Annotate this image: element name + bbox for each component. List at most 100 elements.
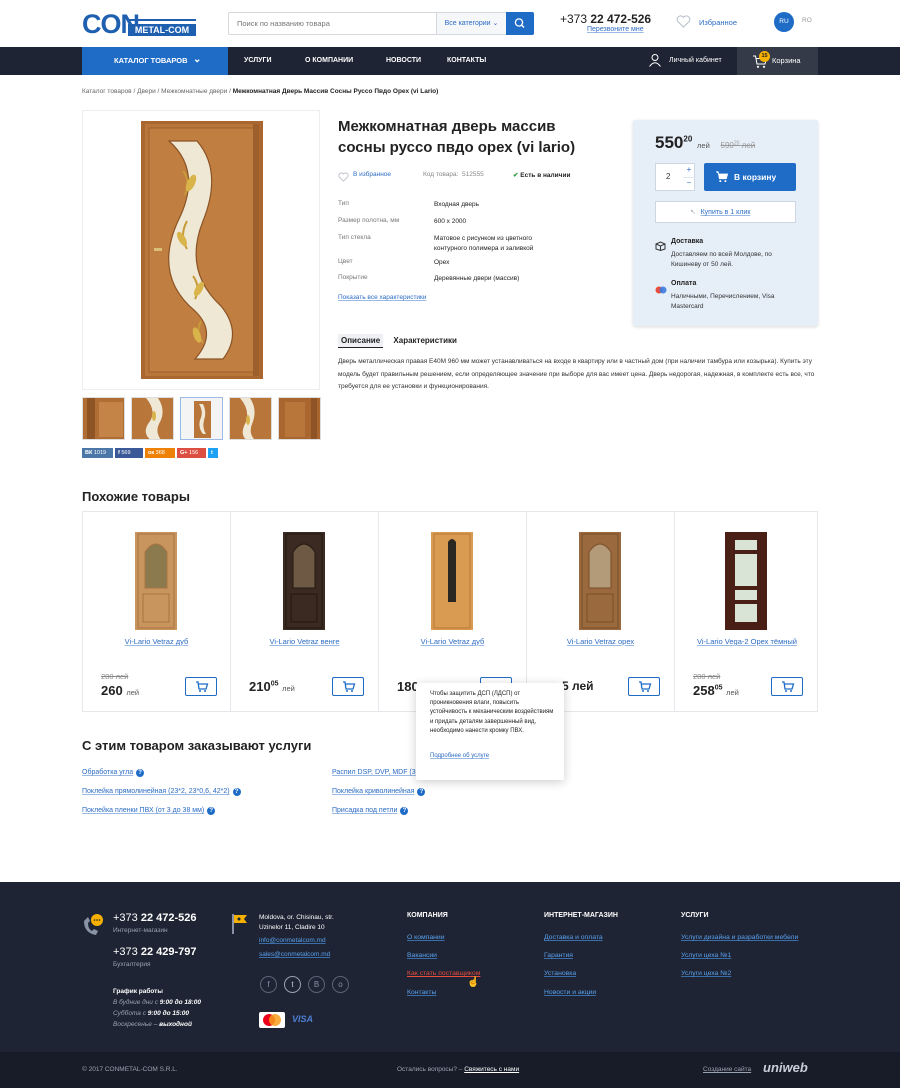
- product-card-name[interactable]: Vi-Lario Vetraz дуб: [83, 637, 230, 646]
- product-card-currency: лей: [726, 688, 739, 697]
- share-facebook[interactable]: f 569: [115, 448, 143, 458]
- footer-phone-shop[interactable]: +373 22 472-526: [113, 912, 197, 924]
- footer-email-sales[interactable]: sales@conmetalcom.md: [259, 951, 330, 958]
- search-button[interactable]: [506, 12, 534, 35]
- product-card-name[interactable]: Vi-Lario Vetraz венге: [231, 637, 378, 646]
- facebook-icon[interactable]: f: [260, 976, 277, 993]
- footer-phone-accounting[interactable]: +373 22 429-797: [113, 946, 197, 958]
- thumbnail-active[interactable]: [180, 397, 223, 440]
- breadcrumb-interior-doors[interactable]: Межкомнатные двери: [161, 88, 227, 95]
- footer-link[interactable]: Вакансии: [407, 952, 437, 959]
- buy-box: 55020 лей 59020 лей 2 + − В корзину ↖ Ку…: [633, 120, 818, 326]
- service-link[interactable]: Поклейка прямолинейная (23*2, 23*0,6, 42…: [82, 788, 230, 795]
- thumbnail[interactable]: [278, 397, 321, 440]
- thumbnail[interactable]: [82, 397, 125, 440]
- product-card-price: 260 лей: [101, 683, 139, 698]
- add-to-favorites-link[interactable]: В избранное: [353, 171, 391, 178]
- product-card[interactable]: Vi-Lario Vetraz дуб 180: [379, 512, 527, 711]
- footer-link[interactable]: Доставка и оплата: [544, 934, 603, 941]
- heart-icon[interactable]: [676, 15, 691, 33]
- help-icon[interactable]: ?: [136, 769, 145, 777]
- plus-icon[interactable]: +: [683, 165, 695, 177]
- footer-link[interactable]: Установка: [544, 970, 576, 977]
- footer-link[interactable]: Услуги цеха №2: [681, 970, 731, 977]
- account-link[interactable]: Личный кабинет: [648, 47, 722, 75]
- quantity-value[interactable]: 2: [666, 172, 670, 181]
- share-twitter[interactable]: t: [208, 448, 218, 458]
- twitter-icon[interactable]: t: [284, 976, 301, 993]
- help-icon[interactable]: ?: [400, 807, 409, 815]
- payment-text: Наличными, Перечислением, Visa Mastercar…: [671, 293, 775, 310]
- minus-icon[interactable]: −: [683, 177, 695, 189]
- thumbnail[interactable]: [229, 397, 272, 440]
- search-category-select[interactable]: Все категории ⌄: [436, 13, 506, 34]
- add-to-cart-button[interactable]: [771, 677, 803, 696]
- uniweb-logo[interactable]: uniweb: [763, 1060, 808, 1075]
- ok-icon[interactable]: о: [332, 976, 349, 993]
- service-link[interactable]: Поклейка пленки ПВХ (от 3 до 38 мм): [82, 807, 204, 814]
- add-to-cart-button[interactable]: [332, 677, 364, 696]
- product-card-currency: лей: [126, 688, 140, 697]
- tab-description[interactable]: Описание: [338, 334, 384, 348]
- tooltip-more-link[interactable]: Подробнее об услуге: [430, 753, 489, 759]
- old-price: 59020 лей: [721, 140, 756, 150]
- footer-link[interactable]: Услуги цеха №1: [681, 952, 731, 959]
- product-card[interactable]: Vi-Lario Vetraz дуб 280 лей 260 лей: [83, 512, 231, 711]
- cart-button[interactable]: 15 Корзина: [737, 47, 818, 75]
- service-link[interactable]: Поклейка криволинейная: [332, 788, 414, 795]
- thumbnail[interactable]: [131, 397, 174, 440]
- service-link[interactable]: Обработка угла: [82, 769, 133, 776]
- add-to-cart-button[interactable]: [185, 677, 217, 696]
- footer-link[interactable]: Контакты: [407, 989, 436, 996]
- product-card[interactable]: Vi-Lario Vega-2 Орех тёмный 280 лей 2580…: [675, 512, 819, 711]
- lang-ro[interactable]: RO: [802, 17, 812, 24]
- add-to-cart-button[interactable]: В корзину: [704, 163, 796, 191]
- service-tooltip: Чтобы защитить ДСП (ЛДСП) от проникновен…: [416, 683, 564, 780]
- show-all-specs-link[interactable]: Показать все характеристики: [338, 294, 427, 301]
- footer-link[interactable]: О компании: [407, 934, 445, 941]
- product-card-name[interactable]: Vi-Lario Vega-2 Орех тёмный: [675, 637, 819, 646]
- header-phone[interactable]: +373 22 472-526: [560, 12, 651, 26]
- catalog-menu-button[interactable]: КАТАЛОГ ТОВАРОВ ⌄: [82, 47, 228, 75]
- nav-services[interactable]: УСЛУГИ: [244, 47, 272, 75]
- service-link[interactable]: Присадка под петли: [332, 807, 397, 814]
- search-icon: [514, 18, 525, 28]
- tab-specs[interactable]: Характеристики: [393, 336, 457, 345]
- help-icon[interactable]: ?: [417, 788, 426, 796]
- favorites-link[interactable]: Избранное: [699, 18, 737, 27]
- share-odnoklassniki[interactable]: ок 368: [145, 448, 175, 458]
- share-googleplus[interactable]: G+ 156: [177, 448, 206, 458]
- buy-one-click-button[interactable]: ↖ Купить в 1 клик: [655, 201, 796, 223]
- service-link[interactable]: Распил DSP, DVP, MDF (3-1: [332, 769, 422, 776]
- footer-link[interactable]: Услуги дизайна и разработки мебели: [681, 934, 798, 941]
- product-image[interactable]: [82, 110, 320, 390]
- contact-us-link[interactable]: Свяжитесь с нами: [464, 1066, 519, 1073]
- product-card-name[interactable]: Vi-Lario Vetraz дуб: [379, 637, 526, 646]
- schedule-title: График работы: [113, 988, 163, 995]
- add-to-cart-button[interactable]: [628, 677, 660, 696]
- vk-icon[interactable]: В: [308, 976, 325, 993]
- nav-contacts[interactable]: КОНТАКТЫ: [447, 47, 486, 75]
- nav-about[interactable]: О КОМПАНИИ: [305, 47, 353, 75]
- callback-link[interactable]: Перезвоните мне: [587, 26, 644, 33]
- footer-link[interactable]: Гарантия: [544, 952, 573, 959]
- search-input[interactable]: [237, 16, 437, 31]
- lang-ru[interactable]: RU: [774, 12, 794, 32]
- footer-link-hover[interactable]: Как стать поставщиком: [407, 970, 480, 977]
- services-title: С этим товаром заказывают услуги: [82, 738, 312, 753]
- footer-link[interactable]: Новости и акции: [544, 989, 596, 996]
- help-icon[interactable]: ?: [232, 788, 241, 796]
- product-card[interactable]: Vi-Lario Vetraz венге 21005 лей: [231, 512, 379, 711]
- logo[interactable]: CON METAL-COM: [82, 9, 196, 39]
- made-by-label[interactable]: Создание сайта: [703, 1066, 751, 1073]
- help-icon[interactable]: ?: [207, 807, 216, 815]
- heart-icon[interactable]: [338, 169, 349, 187]
- delivery-icon: [655, 238, 666, 256]
- product-card[interactable]: Vi-Lario Vetraz орех 5 лей: [527, 512, 675, 711]
- nav-news[interactable]: НОВОСТИ: [386, 47, 421, 75]
- breadcrumb-doors[interactable]: Двери: [137, 88, 156, 95]
- footer-email-info[interactable]: info@conmetalcom.md: [259, 937, 326, 944]
- breadcrumb-catalog[interactable]: Каталог товаров: [82, 88, 132, 95]
- share-vk[interactable]: ВК 1019: [82, 448, 113, 458]
- product-card-name[interactable]: Vi-Lario Vetraz орех: [527, 637, 674, 646]
